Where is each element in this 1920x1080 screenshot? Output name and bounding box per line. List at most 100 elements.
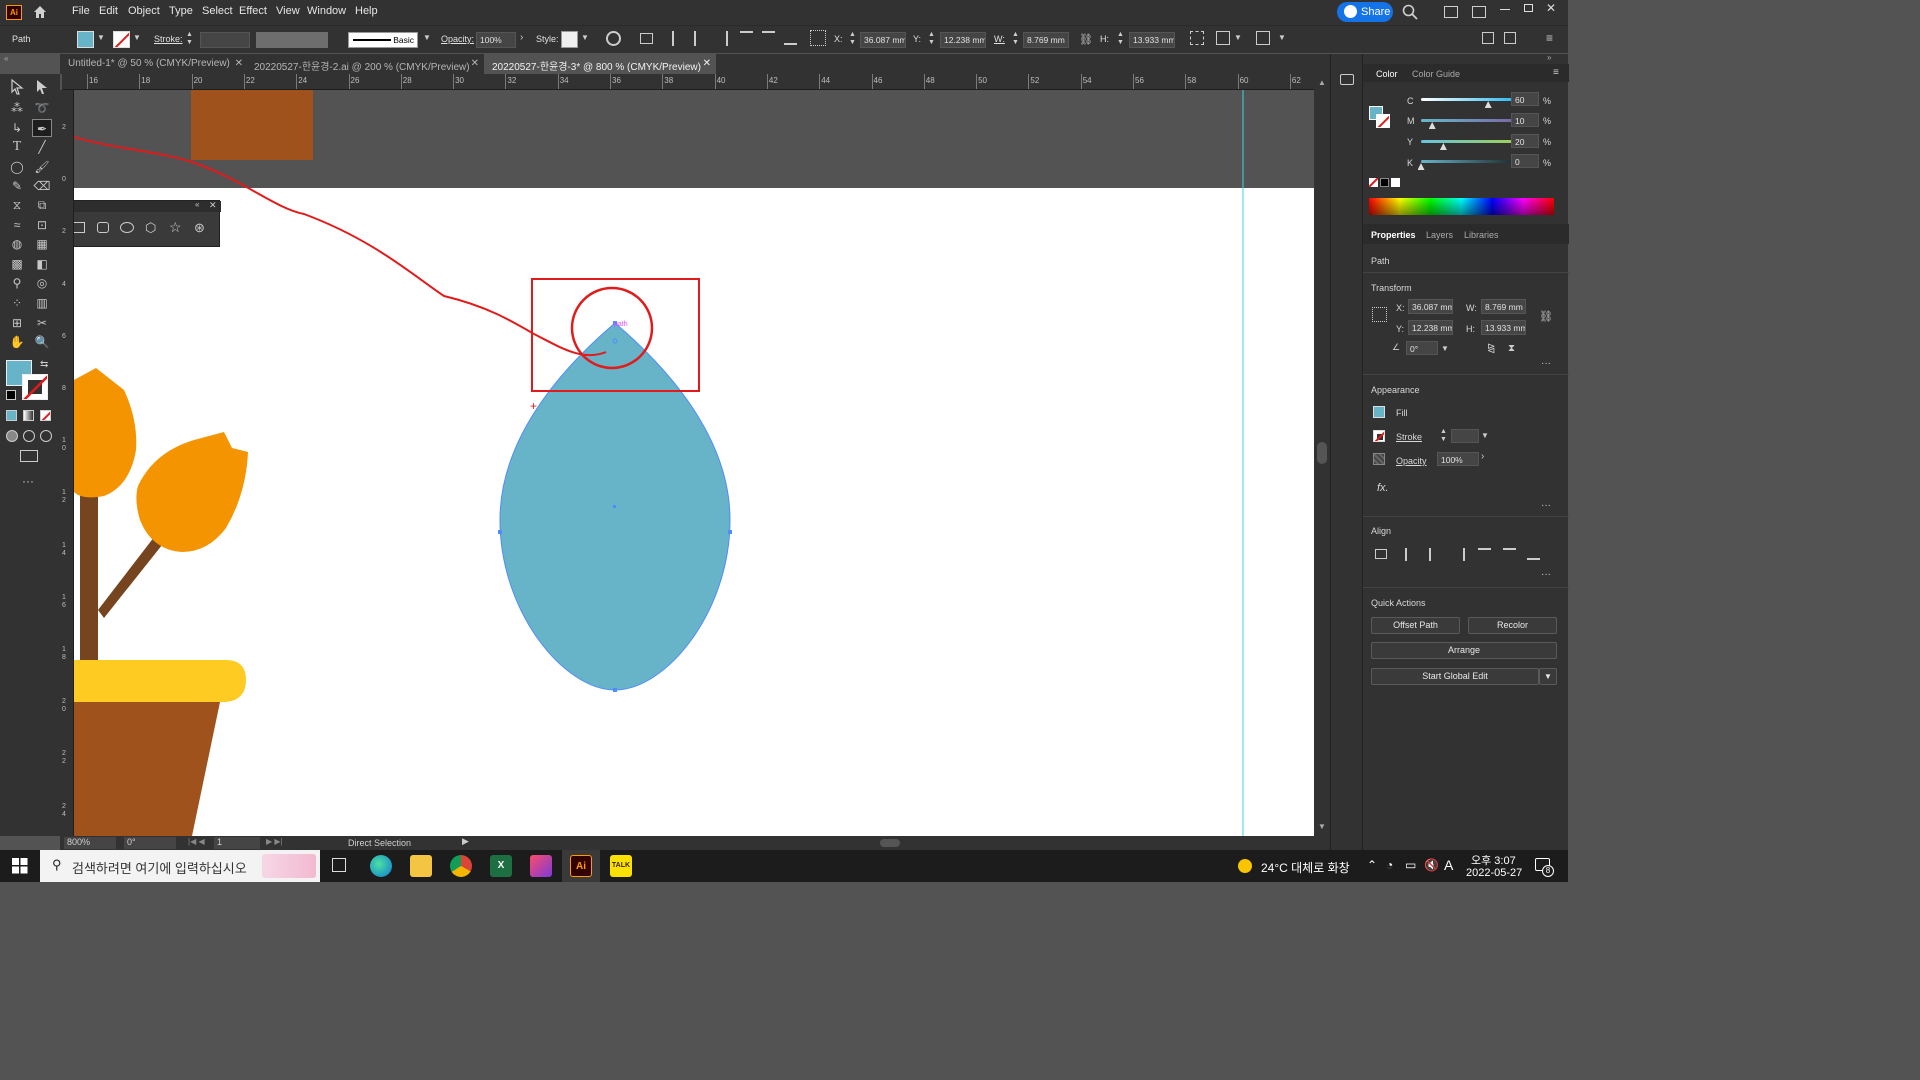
weather-label[interactable]: 24°C 대체로 화창 xyxy=(1261,859,1350,876)
menu-select[interactable]: Select xyxy=(202,5,233,17)
clock-time[interactable]: 오후 3:07 xyxy=(1471,852,1516,868)
restore-button[interactable] xyxy=(1524,4,1533,12)
ellipse-tool-icon[interactable] xyxy=(120,222,134,233)
ime-indicator[interactable]: A xyxy=(1444,857,1453,873)
blend-tool-icon[interactable]: ◎ xyxy=(32,274,52,292)
menu-type[interactable]: Type xyxy=(169,5,193,17)
chevron-down-icon[interactable]: ▼ xyxy=(1278,33,1286,42)
artboard-tool-icon[interactable]: ⊞ xyxy=(7,314,27,332)
tab-properties[interactable]: Properties xyxy=(1371,230,1416,240)
align-bottom-icon[interactable] xyxy=(784,31,797,45)
chevron-down-icon[interactable]: ▼ xyxy=(97,33,105,42)
edge-icon[interactable] xyxy=(370,855,392,877)
start-global-edit-button[interactable]: Start Global Edit xyxy=(1371,668,1539,685)
align-middle-icon[interactable] xyxy=(762,31,775,45)
flip-vertical-icon[interactable]: ⧗ xyxy=(1508,343,1515,354)
chevron-right-icon[interactable]: ▶ xyxy=(462,836,469,847)
angle-icon[interactable]: ∠ xyxy=(1392,342,1400,353)
stroke-weight-stepper[interactable]: ▲ ▼ xyxy=(1440,428,1448,444)
slider-knob[interactable] xyxy=(1428,122,1436,129)
vertical-scrollbar[interactable]: ▲ ▼ xyxy=(1314,74,1330,836)
zoom-tool-icon[interactable]: 🔍 xyxy=(32,333,52,351)
stroke-label[interactable]: Stroke xyxy=(1396,432,1422,442)
align-left-icon[interactable] xyxy=(1405,548,1417,561)
stroke-swatch[interactable] xyxy=(1373,430,1385,442)
tab-document-2[interactable]: 20220527-한윤경-2.ai @ 200 % (CMYK/Preview)… xyxy=(246,54,484,74)
slice-tool-icon[interactable]: ✂ xyxy=(32,314,52,332)
none-mode-icon[interactable] xyxy=(40,410,51,421)
panel-collapse-icon[interactable]: » xyxy=(1547,53,1551,62)
scroll-up-arrow[interactable]: ▲ xyxy=(1318,78,1326,87)
chevron-down-icon[interactable]: ▼ xyxy=(581,33,589,42)
artboard-canvas[interactable]: path + « ✕ ⬡ ☆ ⊛ xyxy=(74,90,1314,836)
opacity-field[interactable]: 100% xyxy=(476,32,516,48)
y-field[interactable]: 12.238 mm xyxy=(940,32,986,48)
x-field[interactable]: 36.087 mm xyxy=(860,32,906,48)
black-swatch[interactable] xyxy=(1380,178,1389,187)
align-right-icon[interactable] xyxy=(1453,548,1465,561)
line-segment-tool-icon[interactable]: ╱ xyxy=(32,138,52,156)
more-options-icon[interactable]: ··· xyxy=(1541,500,1551,511)
network-icon[interactable]: ◔ xyxy=(1386,858,1393,872)
plant-stem[interactable] xyxy=(80,486,98,666)
paintbrush-tool-icon[interactable]: 🖌 xyxy=(32,158,52,176)
draw-inside-icon[interactable] xyxy=(40,430,52,442)
screen-mode-icon[interactable] xyxy=(20,450,38,462)
task-view-icon[interactable] xyxy=(332,858,346,872)
align-top-icon[interactable] xyxy=(1478,548,1491,560)
x-stepper[interactable]: ▲ ▼ xyxy=(849,31,857,48)
panel-options-icon[interactable] xyxy=(1482,32,1494,44)
global-edit-options-button[interactable]: ▼ xyxy=(1539,668,1557,685)
rectangle-tool-icon[interactable] xyxy=(74,222,85,233)
arrange-button[interactable]: Arrange xyxy=(1371,642,1557,659)
perspective-grid-tool-icon[interactable]: ▦ xyxy=(32,235,52,253)
gradient-tool-icon[interactable]: ◧ xyxy=(32,255,52,273)
draw-behind-icon[interactable] xyxy=(23,430,35,442)
panel-layout-icon[interactable] xyxy=(1504,32,1516,44)
chevron-down-icon[interactable]: ▼ xyxy=(1481,431,1489,440)
menu-edit[interactable]: Edit xyxy=(99,5,118,17)
h-field[interactable]: 13.933 mm xyxy=(1481,320,1526,335)
chevron-down-icon[interactable]: ▼ xyxy=(133,33,141,42)
color-spectrum[interactable] xyxy=(1369,198,1554,215)
stroke-color-swatch[interactable] xyxy=(1376,114,1390,128)
rounded-rectangle-tool-icon[interactable] xyxy=(97,222,109,233)
kakaotalk-icon[interactable]: TALK xyxy=(610,855,632,877)
star-tool-icon[interactable]: ☆ xyxy=(169,219,182,236)
more-tools-icon[interactable]: ··· xyxy=(22,474,34,488)
minimize-button[interactable] xyxy=(1500,9,1510,10)
horizontal-scroll-thumb[interactable] xyxy=(880,839,900,847)
magenta-value[interactable]: 10 xyxy=(1511,113,1539,127)
symbol-sprayer-tool-icon[interactable]: ⁘ xyxy=(7,294,27,312)
y-stepper[interactable]: ▲ ▼ xyxy=(928,31,936,48)
stroke-weight-stepper[interactable]: ▲ ▼ xyxy=(186,31,196,48)
weather-icon[interactable] xyxy=(1238,859,1252,873)
menu-view[interactable]: View xyxy=(276,5,300,17)
tab-libraries[interactable]: Libraries xyxy=(1464,230,1499,240)
opacity-icon[interactable] xyxy=(1373,453,1385,465)
fill-swatch[interactable] xyxy=(1373,406,1385,418)
menu-file[interactable]: File xyxy=(72,5,90,17)
anchor-point-right[interactable] xyxy=(728,530,732,534)
close-button[interactable]: ✕ xyxy=(1546,1,1556,15)
next-artboard-icon[interactable]: ▶ ▶| xyxy=(266,837,283,846)
tab-document-3[interactable]: 20220527-한윤경-3* @ 800 % (CMYK/Preview) ✕ xyxy=(484,54,716,74)
comments-icon[interactable] xyxy=(1340,74,1354,85)
taskbar-search-box[interactable]: ⚲ 검색하려면 여기에 입력하십시오 xyxy=(40,850,320,882)
stroke-weight-field[interactable] xyxy=(1451,429,1479,443)
graphic-style-swatch[interactable] xyxy=(561,31,578,48)
close-icon[interactable]: ✕ xyxy=(235,58,243,69)
recolor-artwork-icon[interactable] xyxy=(606,31,621,46)
color-mode-icon[interactable] xyxy=(6,410,17,421)
anchor-point-tool-icon[interactable]: ↳ xyxy=(7,119,27,137)
home-icon[interactable] xyxy=(32,4,48,20)
more-options-icon[interactable]: ··· xyxy=(1541,569,1551,580)
eraser-tool-icon[interactable]: ⌫ xyxy=(32,177,52,195)
more-options-icon[interactable]: ··· xyxy=(1541,358,1551,369)
display-icon[interactable]: ▭ xyxy=(1405,858,1416,872)
search-icon[interactable] xyxy=(1402,4,1418,20)
anchor-point-left[interactable] xyxy=(498,530,502,534)
offset-path-button[interactable]: Offset Path xyxy=(1371,617,1460,634)
mesh-tool-icon[interactable]: ▩ xyxy=(7,255,27,273)
w-field[interactable]: 8.769 mm xyxy=(1023,32,1069,48)
